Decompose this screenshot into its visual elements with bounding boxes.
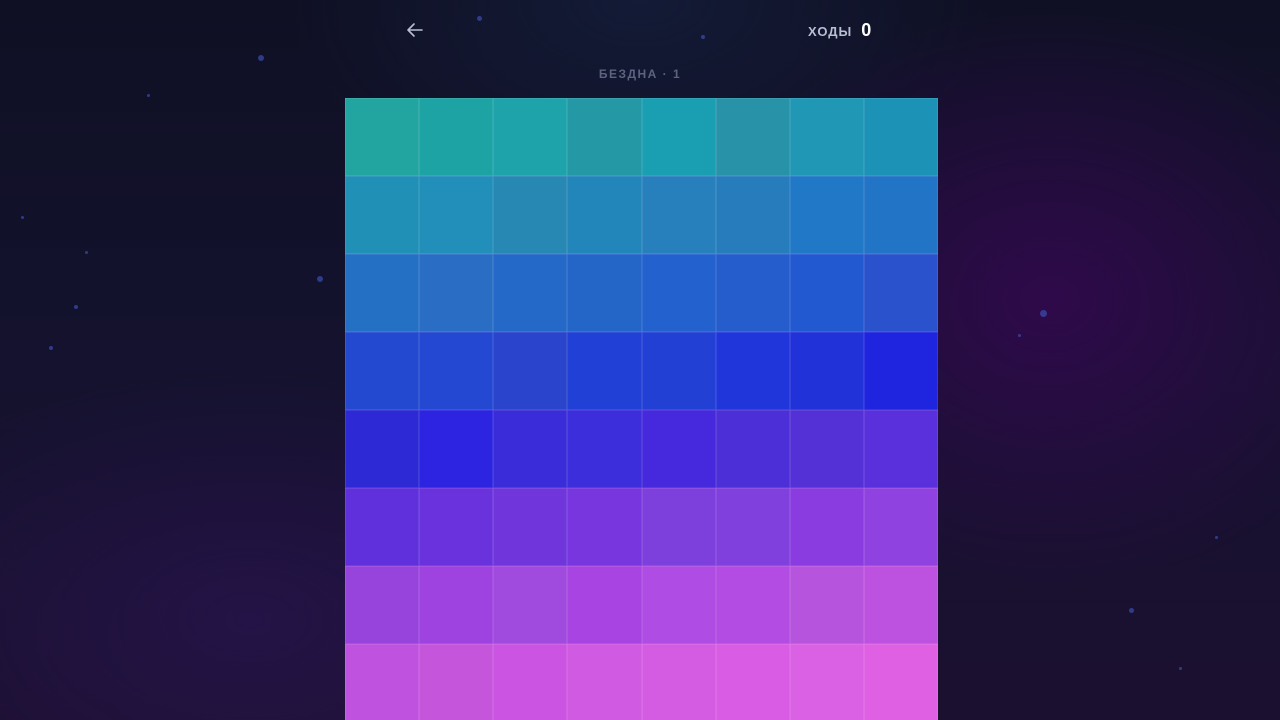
- color-tile[interactable]: [863, 410, 938, 488]
- color-tile[interactable]: [419, 566, 494, 644]
- color-tile[interactable]: [641, 176, 716, 254]
- back-button[interactable]: [400, 18, 430, 46]
- color-tile[interactable]: [493, 254, 568, 332]
- color-tile[interactable]: [863, 488, 938, 566]
- color-tile[interactable]: [641, 566, 716, 644]
- color-tile[interactable]: [493, 410, 568, 488]
- star: [147, 94, 150, 97]
- color-tile[interactable]: [641, 488, 716, 566]
- color-tile[interactable]: [567, 488, 642, 566]
- color-tile[interactable]: [493, 98, 568, 176]
- star: [1215, 536, 1218, 539]
- color-tile[interactable]: [419, 644, 494, 720]
- color-tile[interactable]: [345, 176, 420, 254]
- color-tile[interactable]: [567, 254, 642, 332]
- color-tile[interactable]: [493, 566, 568, 644]
- color-tile[interactable]: [567, 644, 642, 720]
- color-tile[interactable]: [789, 410, 864, 488]
- color-tile[interactable]: [863, 176, 938, 254]
- color-tile[interactable]: [419, 98, 494, 176]
- color-tile[interactable]: [789, 332, 864, 410]
- color-tile[interactable]: [345, 332, 420, 410]
- moves-counter: ХОДЫ 0: [808, 20, 871, 41]
- color-tile[interactable]: [419, 176, 494, 254]
- color-tile[interactable]: [345, 488, 420, 566]
- color-tile[interactable]: [493, 488, 568, 566]
- color-tile[interactable]: [715, 254, 790, 332]
- color-tile[interactable]: [863, 98, 938, 176]
- color-tile[interactable]: [715, 332, 790, 410]
- color-tile[interactable]: [567, 176, 642, 254]
- star: [1129, 608, 1134, 613]
- color-tile[interactable]: [567, 332, 642, 410]
- color-tile[interactable]: [715, 488, 790, 566]
- color-tile[interactable]: [345, 566, 420, 644]
- star: [85, 251, 88, 254]
- arrow-left-icon: [406, 22, 424, 43]
- color-tile[interactable]: [419, 410, 494, 488]
- color-tile[interactable]: [641, 98, 716, 176]
- color-tile[interactable]: [863, 644, 938, 720]
- moves-count: 0: [861, 20, 872, 40]
- color-tile[interactable]: [345, 98, 420, 176]
- color-tile[interactable]: [641, 410, 716, 488]
- color-tile[interactable]: [641, 254, 716, 332]
- color-tile[interactable]: [493, 176, 568, 254]
- star: [49, 346, 53, 350]
- color-tile[interactable]: [789, 98, 864, 176]
- color-tile[interactable]: [715, 410, 790, 488]
- color-tile[interactable]: [715, 98, 790, 176]
- color-tile[interactable]: [789, 254, 864, 332]
- color-tile[interactable]: [567, 410, 642, 488]
- star: [21, 216, 24, 219]
- color-tile[interactable]: [863, 332, 938, 410]
- color-tile[interactable]: [641, 644, 716, 720]
- star: [1179, 667, 1182, 670]
- color-tile[interactable]: [789, 566, 864, 644]
- color-tile[interactable]: [493, 332, 568, 410]
- puzzle-board: [345, 98, 938, 720]
- color-tile[interactable]: [789, 176, 864, 254]
- color-tile[interactable]: [863, 254, 938, 332]
- color-tile[interactable]: [345, 410, 420, 488]
- star: [317, 276, 323, 282]
- star: [1040, 310, 1047, 317]
- color-tile[interactable]: [641, 332, 716, 410]
- color-tile[interactable]: [715, 566, 790, 644]
- color-tile[interactable]: [345, 644, 420, 720]
- star: [1018, 334, 1021, 337]
- color-tile[interactable]: [715, 644, 790, 720]
- moves-label: ХОДЫ: [808, 24, 853, 39]
- color-tile[interactable]: [345, 254, 420, 332]
- color-tile[interactable]: [419, 488, 494, 566]
- color-tile[interactable]: [419, 254, 494, 332]
- color-tile[interactable]: [715, 176, 790, 254]
- color-tile[interactable]: [789, 644, 864, 720]
- star: [74, 305, 78, 309]
- color-tile[interactable]: [567, 98, 642, 176]
- color-tile[interactable]: [419, 332, 494, 410]
- color-tile[interactable]: [567, 566, 642, 644]
- top-bar: ХОДЫ 0: [0, 0, 1280, 64]
- color-tile[interactable]: [493, 644, 568, 720]
- color-tile[interactable]: [789, 488, 864, 566]
- level-title: БЕЗДНА · 1: [598, 67, 682, 81]
- color-tile[interactable]: [863, 566, 938, 644]
